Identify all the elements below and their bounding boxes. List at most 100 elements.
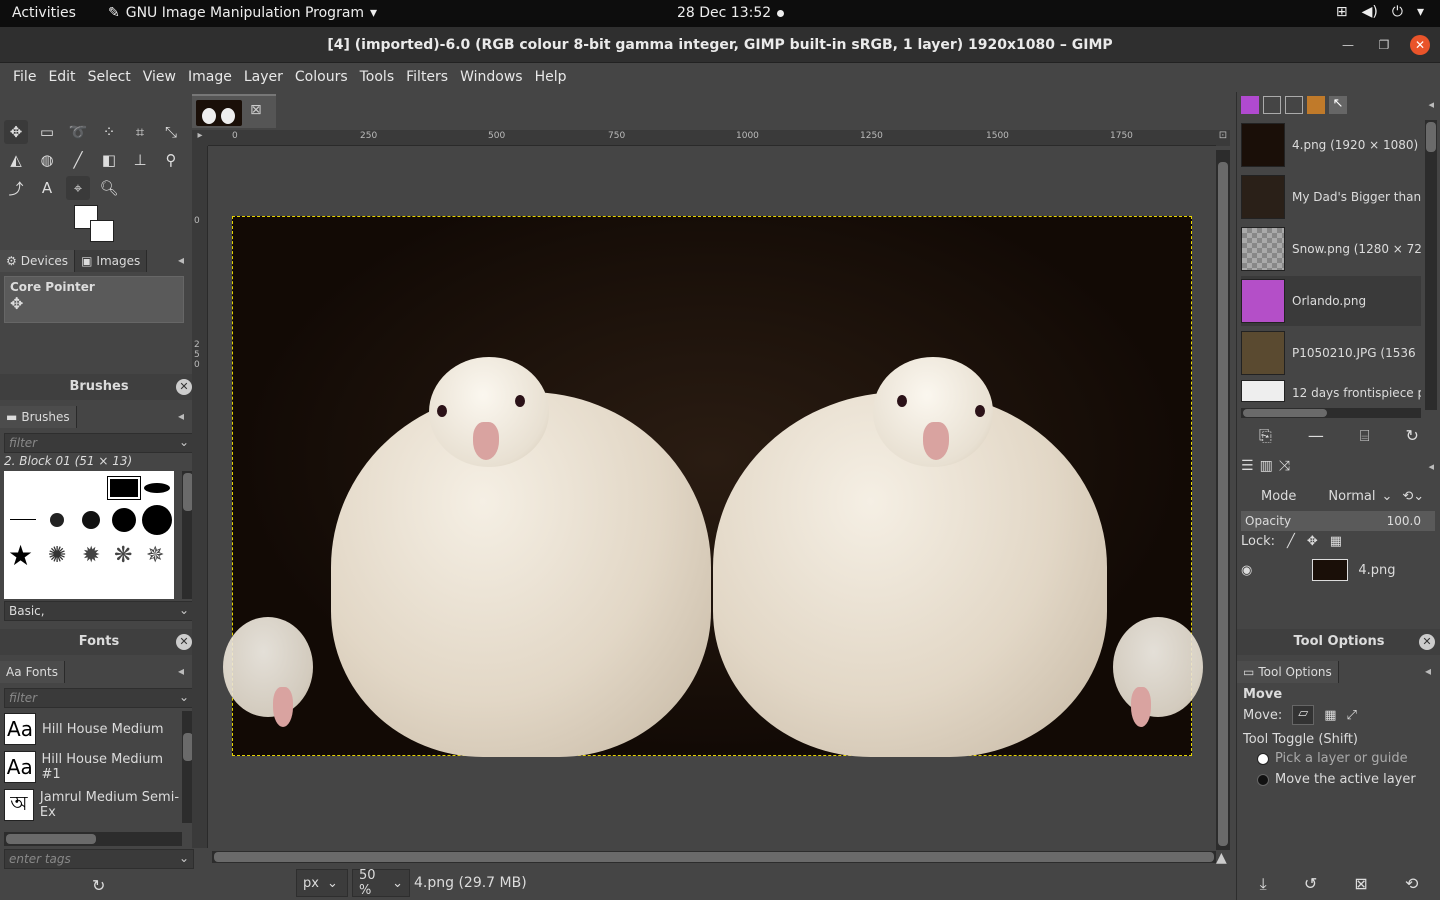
tab-devices[interactable]: ⚙ Devices [0, 250, 76, 272]
warp-icon[interactable]: ◭ [4, 148, 28, 172]
brush-splatter[interactable]: ✹ [82, 543, 100, 568]
gradients-tab-icon[interactable] [1307, 96, 1325, 114]
patterns-tab-icon[interactable] [1263, 96, 1281, 114]
activities-button[interactable]: Activities [12, 5, 76, 21]
brush-round[interactable] [142, 505, 172, 535]
close-icon[interactable]: ✕ [1419, 634, 1435, 650]
bucket-fill-icon[interactable]: ◍ [35, 148, 59, 172]
menu-image[interactable]: Image [182, 64, 238, 92]
layer-mode-select[interactable]: Normal ⌄ [1328, 489, 1392, 504]
menu-layer[interactable]: Layer [238, 64, 289, 92]
document-history-tab-icon[interactable] [1285, 96, 1303, 114]
remove-icon[interactable]: — [1308, 426, 1324, 446]
background-color[interactable] [90, 220, 114, 242]
move-layer-icon[interactable]: ▱ [1292, 705, 1315, 725]
brush-round[interactable] [50, 513, 64, 527]
paths-tab-icon[interactable]: ⤨ [1279, 458, 1290, 474]
tab-menu-icon[interactable]: ◂ [1428, 98, 1434, 111]
brush-splatter[interactable]: ✺ [48, 543, 66, 568]
list-item[interactable]: 4.png (1920 × 1080) [1241, 120, 1421, 170]
tab-menu-icon[interactable]: ◂ [172, 250, 190, 272]
paintbrush-icon[interactable]: ╱ [66, 148, 90, 172]
list-item[interactable]: Snow.png (1280 × 720) [1241, 224, 1421, 274]
tab-brushes[interactable]: ▬ Brushes [0, 406, 77, 428]
canvas-horizontal-scrollbar[interactable] [212, 851, 1216, 863]
clock[interactable]: 28 Dec 13:52 [677, 5, 771, 21]
brush-line[interactable] [10, 519, 36, 520]
brush-round[interactable] [82, 511, 100, 529]
system-tray[interactable]: ⊞ ◀) ⏻ ▾ [1336, 4, 1424, 20]
crop-icon[interactable]: ⌗ [128, 120, 152, 144]
transform-icon[interactable]: ⤡ [159, 120, 183, 144]
tab-images[interactable]: ▣ Images [75, 250, 148, 272]
close-icon[interactable]: ✕ [176, 634, 192, 650]
list-item[interactable]: 12 days frontispiece pn [1241, 380, 1421, 406]
close-button[interactable]: ✕ [1410, 35, 1430, 55]
tab-menu-icon[interactable]: ◂ [1419, 661, 1437, 683]
menu-select[interactable]: Select [82, 64, 137, 92]
pick-layer-radio[interactable]: Pick a layer or guide [1257, 751, 1408, 766]
list-item[interactable]: Aa Hill House Medium [4, 711, 184, 747]
brush-filter-input[interactable]: filter ⌄ [4, 433, 194, 453]
tab-tool-options[interactable]: ▭ Tool Options [1237, 661, 1339, 683]
navigate-icon[interactable]: ⊡ [1216, 130, 1230, 146]
reset-mode-icon[interactable]: ⟲⌄ [1402, 489, 1424, 504]
core-pointer-panel[interactable]: Core Pointer ✥ [4, 276, 184, 323]
images-tab-icon[interactable] [1241, 96, 1259, 114]
refresh-icon[interactable]: ↻ [1406, 426, 1419, 446]
font-hscrollbar[interactable] [4, 832, 182, 846]
close-icon[interactable]: ⊠ [250, 102, 262, 118]
move-tool-icon[interactable]: ✥ [4, 120, 28, 144]
channels-tab-icon[interactable]: ▥ [1260, 458, 1273, 474]
text-tool-icon[interactable]: A [35, 176, 59, 200]
brush-splatter[interactable]: ✵ [146, 543, 164, 568]
smudge-icon[interactable]: ⚲ [159, 148, 183, 172]
move-path-icon[interactable]: ⤢ [1347, 708, 1357, 723]
restore-preset-icon[interactable]: ↺ [1304, 874, 1317, 894]
lock-pixels-icon[interactable]: ╱ [1287, 534, 1295, 549]
refresh-icon[interactable]: ↻ [92, 876, 105, 895]
menu-filters[interactable]: Filters [400, 64, 454, 92]
layers-tab-icon[interactable]: ☰ [1241, 458, 1254, 474]
zoom-select[interactable]: 50 % ⌄ [352, 868, 410, 898]
pointer-tab-icon[interactable]: ↖ [1329, 96, 1347, 114]
font-tags-input[interactable]: enter tags ⌄ [4, 849, 194, 869]
brush-ellipse[interactable] [144, 483, 170, 493]
menu-help[interactable]: Help [529, 64, 573, 92]
maximize-button[interactable]: ❐ [1374, 35, 1394, 55]
tab-menu-icon[interactable]: ◂ [1428, 460, 1434, 473]
list-item[interactable]: P1050210.JPG (1536 × [1241, 328, 1421, 378]
fuzzy-select-icon[interactable]: ⁘ [97, 120, 121, 144]
brush-grid[interactable]: ★ ✺ ✹ ❋ ✵ [4, 471, 174, 599]
move-active-layer-radio[interactable]: Move the active layer [1257, 772, 1416, 787]
images-hscrollbar[interactable] [1241, 408, 1421, 418]
tab-menu-icon[interactable]: ◂ [172, 661, 190, 683]
rect-select-icon[interactable]: ▭ [35, 120, 59, 144]
color-picker-icon[interactable]: ⌖ [66, 176, 90, 200]
clone-icon[interactable]: ⊥ [128, 148, 152, 172]
open-image-icon[interactable]: ⎘ [1259, 426, 1272, 446]
close-icon[interactable]: ✕ [176, 379, 192, 395]
app-menu[interactable]: ✎ GNU Image Manipulation Program ▾ [108, 5, 377, 21]
image-tab[interactable]: ⊠ [192, 94, 276, 128]
brush-splatter[interactable]: ❋ [114, 543, 132, 568]
delete-preset-icon[interactable]: ⊠ [1354, 874, 1367, 894]
eraser-icon[interactable]: ◧ [97, 148, 121, 172]
menu-file[interactable]: File [7, 64, 42, 92]
zoom-icon[interactable]: 🔍︎ [97, 176, 121, 200]
unit-select[interactable]: px ⌄ [296, 869, 348, 897]
menu-tools[interactable]: Tools [354, 64, 401, 92]
paths-icon[interactable]: ⤴ [4, 176, 28, 200]
menu-edit[interactable]: Edit [42, 64, 81, 92]
layer-row[interactable]: ◉ 4.png [1241, 556, 1437, 584]
images-scrollbar[interactable] [1425, 120, 1437, 410]
move-selection-icon[interactable]: ▦ [1324, 708, 1336, 723]
brush-star[interactable]: ★ [8, 539, 33, 572]
raise-display-icon[interactable]: ⌸ [1360, 426, 1370, 446]
menu-view[interactable]: View [137, 64, 182, 92]
list-item[interactable]: Orlando.png [1241, 276, 1421, 326]
eye-icon[interactable]: ◉ [1241, 563, 1252, 578]
lock-alpha-icon[interactable]: ▦ [1330, 534, 1342, 549]
menu-windows[interactable]: Windows [454, 64, 529, 92]
image-canvas[interactable] [223, 216, 1203, 757]
